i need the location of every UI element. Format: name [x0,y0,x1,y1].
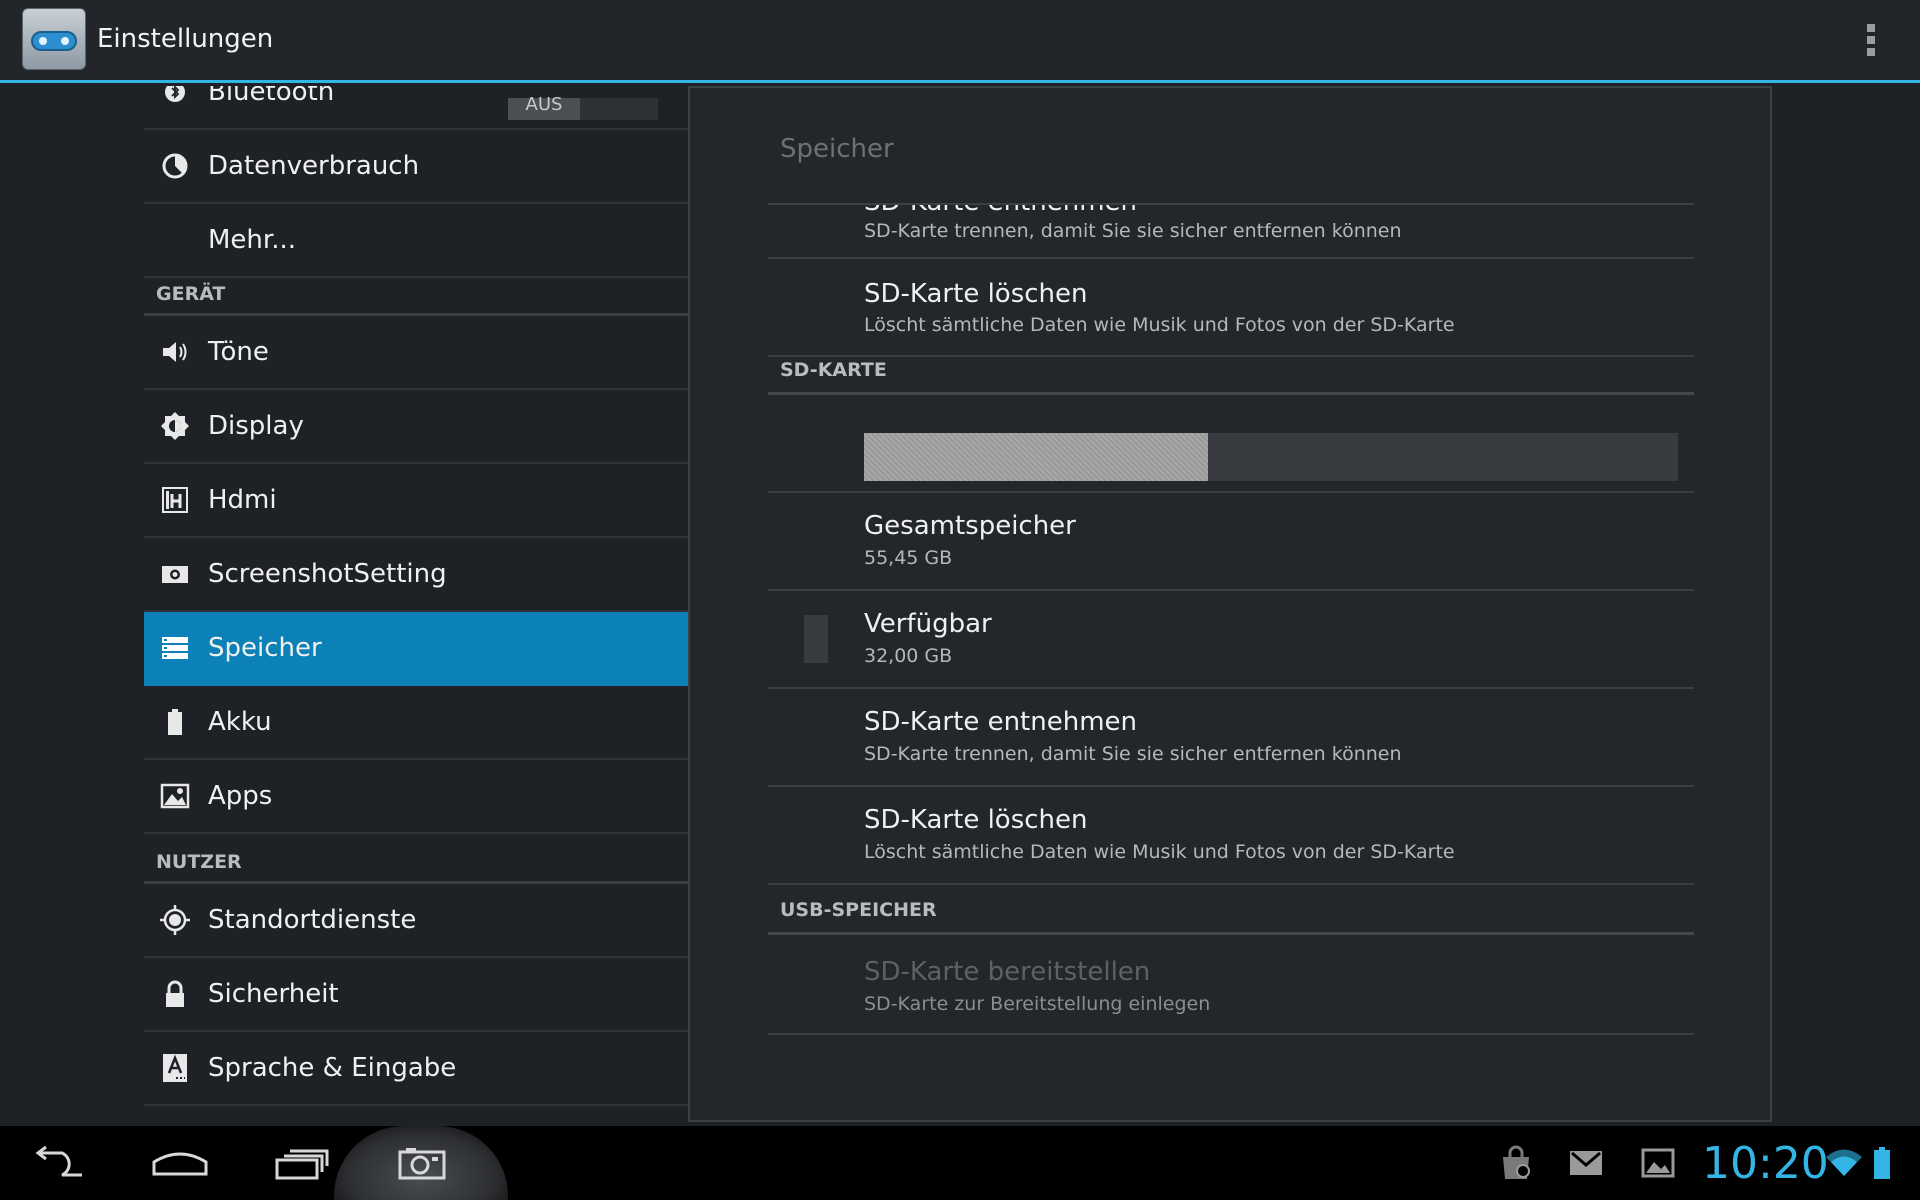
pref-summary: Löscht sämtliche Daten wie Musik und Fot… [864,314,1455,336]
pref-title: SD-Karte entnehmen [864,707,1137,737]
wifi-icon[interactable] [1824,1136,1864,1190]
sidebar-item-label: Sprache & Eingabe [208,1053,457,1083]
camera-icon [160,559,190,589]
system-navigation-bar: 10:20 [0,1126,1920,1200]
sidebar-item-sounds[interactable]: Töne [144,316,688,390]
back-icon[interactable] [30,1136,90,1190]
hdmi-icon [160,485,190,515]
sidebar-item-more[interactable]: Mehr... [144,204,688,278]
pref-unmount-sd[interactable]: SD-Karte entnehmen SD-Karte trennen, dam… [768,689,1694,787]
panel-title: Speicher [780,134,894,164]
pref-unmount-sd-partial[interactable]: SD-Karte entnehmen SD-Karte trennen, dam… [768,205,1694,259]
sidebar-item-label: Akku [208,707,272,737]
battery-status-icon[interactable] [1868,1136,1896,1190]
brightness-icon [160,411,190,441]
section-header-sd-card: SD-KARTE [768,357,1694,395]
bluetooth-icon [160,86,190,107]
sidebar-item-label: Speicher [208,633,322,663]
pref-summary: SD-Karte zur Bereitstellung einlegen [864,993,1211,1015]
sidebar-item-security[interactable]: Sicherheit [144,958,688,1032]
sidebar-item-bluetooth[interactable]: Bluetooth AUS [144,86,688,130]
pref-summary: Löscht sämtliche Daten wie Musik und Fot… [864,841,1455,863]
pref-erase-sd-top[interactable]: SD-Karte löschen Löscht sämtliche Daten … [768,259,1694,357]
sidebar-item-apps[interactable]: Apps [144,760,688,834]
sidebar-item-label: ScreenshotSetting [208,559,447,589]
sidebar-item-label: Apps [208,781,273,811]
pref-title: SD-Karte entnehmen [864,205,1137,217]
app-title: Einstellungen [97,24,274,54]
storage-preference-list[interactable]: SD-Karte entnehmen SD-Karte trennen, dam… [768,205,1694,1120]
sidebar-item-label: Datenverbrauch [208,151,420,181]
pref-mount-sd[interactable]: SD-Karte bereitstellen SD-Karte zur Bere… [768,935,1694,1035]
battery-icon [160,707,190,737]
storage-usage-bar [864,433,1678,481]
sidebar-item-label: Hdmi [208,485,277,515]
gallery-notification-icon[interactable] [1638,1136,1678,1190]
sidebar-item-label: Standortdienste [208,905,417,935]
settings-sidebar: Bluetooth AUS Datenverbrauch Mehr... GER… [144,86,688,1126]
storage-icon [160,633,190,663]
pref-title: SD-Karte löschen [864,279,1088,309]
lock-icon [160,979,190,1009]
language-icon [160,1053,190,1083]
gmail-notification-icon[interactable] [1566,1136,1606,1190]
pref-title: SD-Karte bereitstellen [864,957,1151,987]
speaker-icon [160,337,190,367]
home-icon[interactable] [150,1136,210,1190]
sidebar-item-label: Sicherheit [208,979,339,1009]
pref-title: Verfügbar [864,609,992,639]
pref-summary: SD-Karte trennen, damit Sie sie sicher e… [864,220,1402,242]
sidebar-item-data-usage[interactable]: Datenverbrauch [144,130,688,204]
sidebar-item-label: Töne [208,337,269,367]
sidebar-item-label: Bluetooth [208,86,335,107]
pref-summary: SD-Karte trennen, damit Sie sie sicher e… [864,743,1402,765]
available-color-swatch [804,615,828,663]
shopping-bag-notification-icon[interactable] [1496,1136,1536,1190]
section-header-user: NUTZER [144,850,688,884]
status-clock[interactable]: 10:20 [1702,1138,1829,1189]
pref-title: Gesamtspeicher [864,511,1076,541]
sidebar-item-battery[interactable]: Akku [144,686,688,760]
storage-usage-fill [864,433,1209,481]
sidebar-item-label: Display [208,411,304,441]
pref-title: SD-Karte löschen [864,805,1088,835]
sidebar-item-screenshot-setting[interactable]: ScreenshotSetting [144,538,688,612]
recent-apps-icon[interactable] [272,1136,332,1190]
sidebar-item-language-input[interactable]: Sprache & Eingabe [144,1032,688,1106]
data-usage-icon [160,151,190,181]
sidebar-item-label: Mehr... [208,225,297,255]
pref-total-storage[interactable]: Gesamtspeicher 55,45 GB [768,493,1694,591]
sidebar-item-hdmi[interactable]: Hdmi [144,464,688,538]
pref-value: 32,00 GB [864,645,953,667]
pref-erase-sd[interactable]: SD-Karte löschen Löscht sämtliche Daten … [768,787,1694,885]
sidebar-item-location[interactable]: Standortdienste [144,884,688,958]
screenshot-camera-icon[interactable] [394,1136,450,1190]
location-icon [160,905,190,935]
storage-detail-panel: Speicher SD-Karte entnehmen SD-Karte tre… [688,86,1772,1122]
bluetooth-toggle[interactable]: AUS [508,96,658,120]
toggle-off-label: AUS [508,96,580,120]
section-header-usb-storage: USB-SPEICHER [768,897,1694,935]
apps-icon [160,781,190,811]
settings-app-icon[interactable] [22,8,86,70]
sidebar-item-storage[interactable]: Speicher [144,612,688,686]
pref-available-storage[interactable]: Verfügbar 32,00 GB [768,591,1694,689]
overflow-menu-icon[interactable] [1862,24,1880,62]
sidebar-item-display[interactable]: Display [144,390,688,464]
pref-value: 55,45 GB [864,547,953,569]
section-header-device: GERÄT [144,282,688,316]
action-bar: Einstellungen [0,0,1920,83]
